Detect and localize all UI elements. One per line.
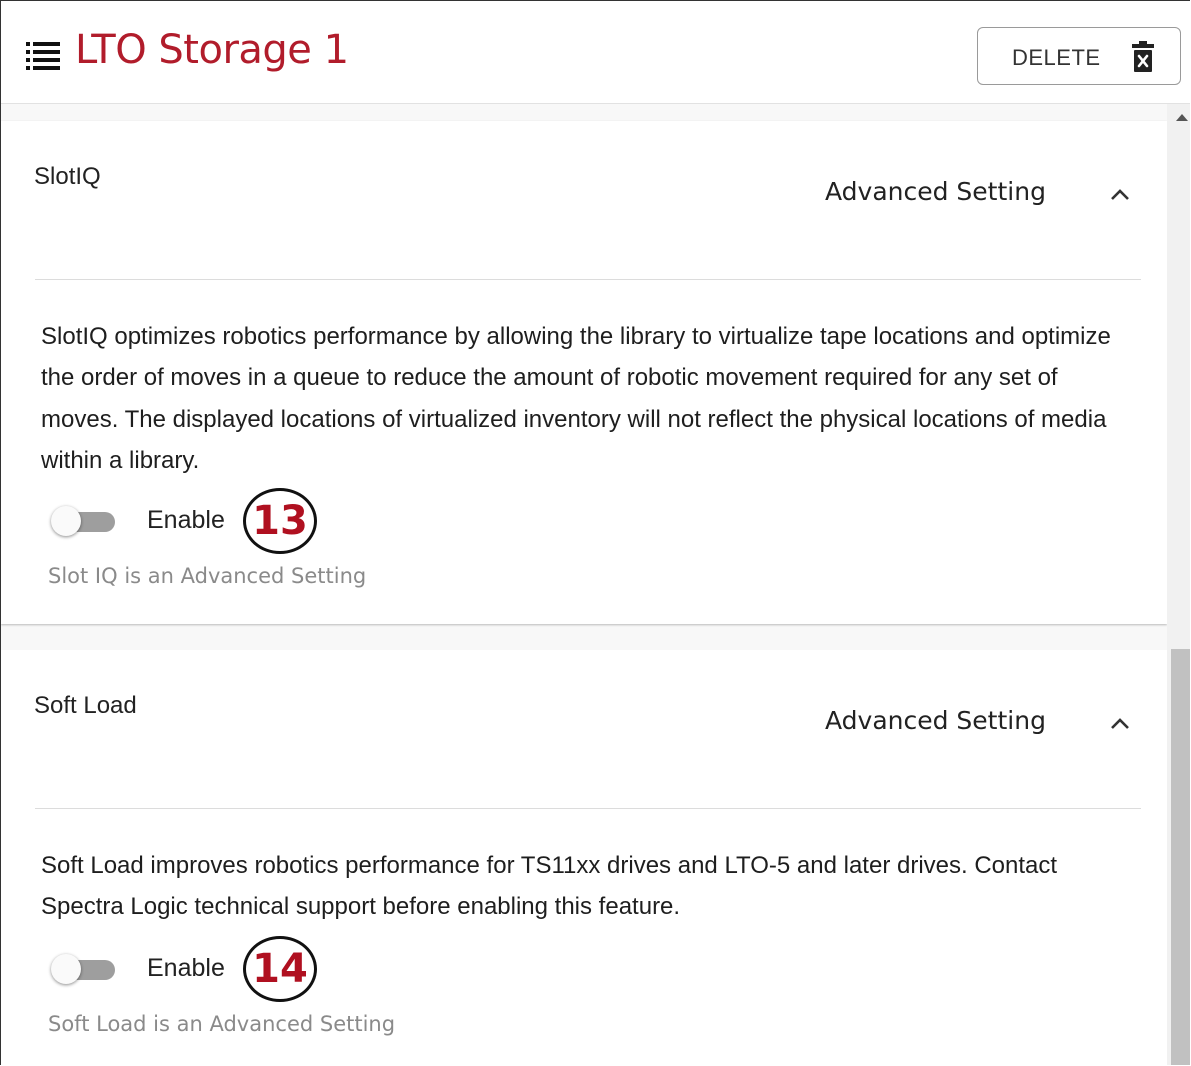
section-description: SlotIQ optimizes robotics performance by… <box>41 323 1111 474</box>
delete-button-label: DELETE <box>1012 45 1101 70</box>
app-window: LTO Storage 1 DELETE SlotIQ Advanced Set… <box>0 0 1190 1065</box>
chevron-up-icon[interactable] <box>1109 187 1131 201</box>
advanced-setting-hint: Soft Load is an Advanced Setting <box>48 1012 396 1036</box>
soft-load-section: Soft Load Advanced Setting Soft Load imp… <box>1 650 1167 1065</box>
advanced-setting-hint: Slot IQ is an Advanced Setting <box>48 564 367 588</box>
section-title: Soft Load <box>34 692 137 719</box>
toggle-thumb <box>51 954 81 984</box>
section-divider <box>35 279 1141 280</box>
advanced-setting-label: Advanced Setting <box>825 177 1046 206</box>
section-title: SlotIQ <box>34 163 101 190</box>
soft-load-enable-toggle[interactable] <box>51 953 115 984</box>
toggle-thumb <box>51 506 81 536</box>
enable-label: Enable <box>147 954 225 982</box>
chevron-up-icon[interactable] <box>1109 716 1131 730</box>
callout-marker: 14 <box>243 936 317 1002</box>
enable-label: Enable <box>147 506 225 534</box>
settings-scroll-area: SlotIQ Advanced Setting SlotIQ optimizes… <box>1 104 1167 1065</box>
scroll-up-arrow-icon[interactable] <box>1176 114 1188 121</box>
slotiq-enable-toggle[interactable] <box>51 505 115 536</box>
scrollbar-thumb[interactable] <box>1171 649 1190 1065</box>
section-description: Soft Load improves robotics performance … <box>41 852 1058 921</box>
trash-icon <box>1132 41 1154 72</box>
section-divider <box>35 808 1141 809</box>
callout-marker: 13 <box>243 488 317 554</box>
menu-icon[interactable] <box>26 41 60 71</box>
delete-button[interactable]: DELETE <box>977 27 1181 85</box>
page-title: LTO Storage 1 <box>75 27 349 73</box>
slotiq-section: SlotIQ Advanced Setting SlotIQ optimizes… <box>1 121 1167 624</box>
page-header: LTO Storage 1 DELETE <box>1 1 1190 104</box>
advanced-setting-label: Advanced Setting <box>825 706 1046 735</box>
